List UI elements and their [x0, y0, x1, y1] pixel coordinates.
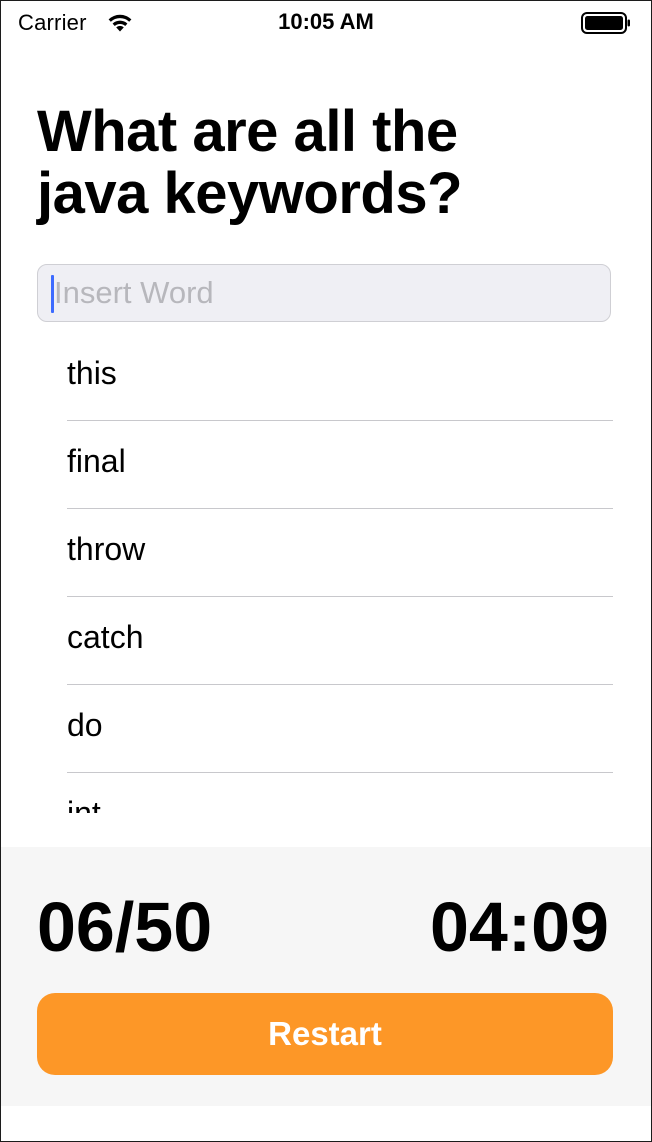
question-title: What are all the java keywords?: [37, 101, 627, 225]
word-label: do: [67, 707, 103, 743]
word-list-item: catch: [67, 597, 613, 685]
app-screen: Carrier 10:05 AM What are all the java k…: [0, 0, 652, 1142]
word-label: throw: [67, 531, 146, 567]
word-input[interactable]: [38, 265, 610, 321]
word-list-item: do: [67, 685, 613, 773]
word-list-item: this: [67, 333, 613, 421]
word-input-container: [37, 264, 611, 322]
word-list-item: int: [67, 773, 613, 813]
word-list-item: final: [67, 421, 613, 509]
score-counter: 06/50: [37, 888, 213, 966]
word-list[interactable]: this final throw catch do int: [1, 333, 651, 813]
footer-panel: 06/50 04:09 Restart: [1, 847, 651, 1106]
word-label: int: [67, 795, 101, 813]
word-list-item: throw: [67, 509, 613, 597]
battery-icon: [581, 12, 630, 34]
status-time: 10:05 AM: [278, 9, 374, 34]
status-bar: Carrier 10:05 AM: [1, 1, 651, 45]
restart-button[interactable]: Restart: [37, 993, 613, 1075]
question-line-2: java keywords?: [37, 161, 463, 226]
word-label: this: [67, 355, 117, 391]
text-caret: [51, 275, 54, 313]
word-label: final: [67, 443, 126, 479]
question-line-1: What are all the: [37, 99, 458, 164]
word-label: catch: [67, 619, 144, 655]
countdown-timer: 04:09: [429, 888, 609, 966]
